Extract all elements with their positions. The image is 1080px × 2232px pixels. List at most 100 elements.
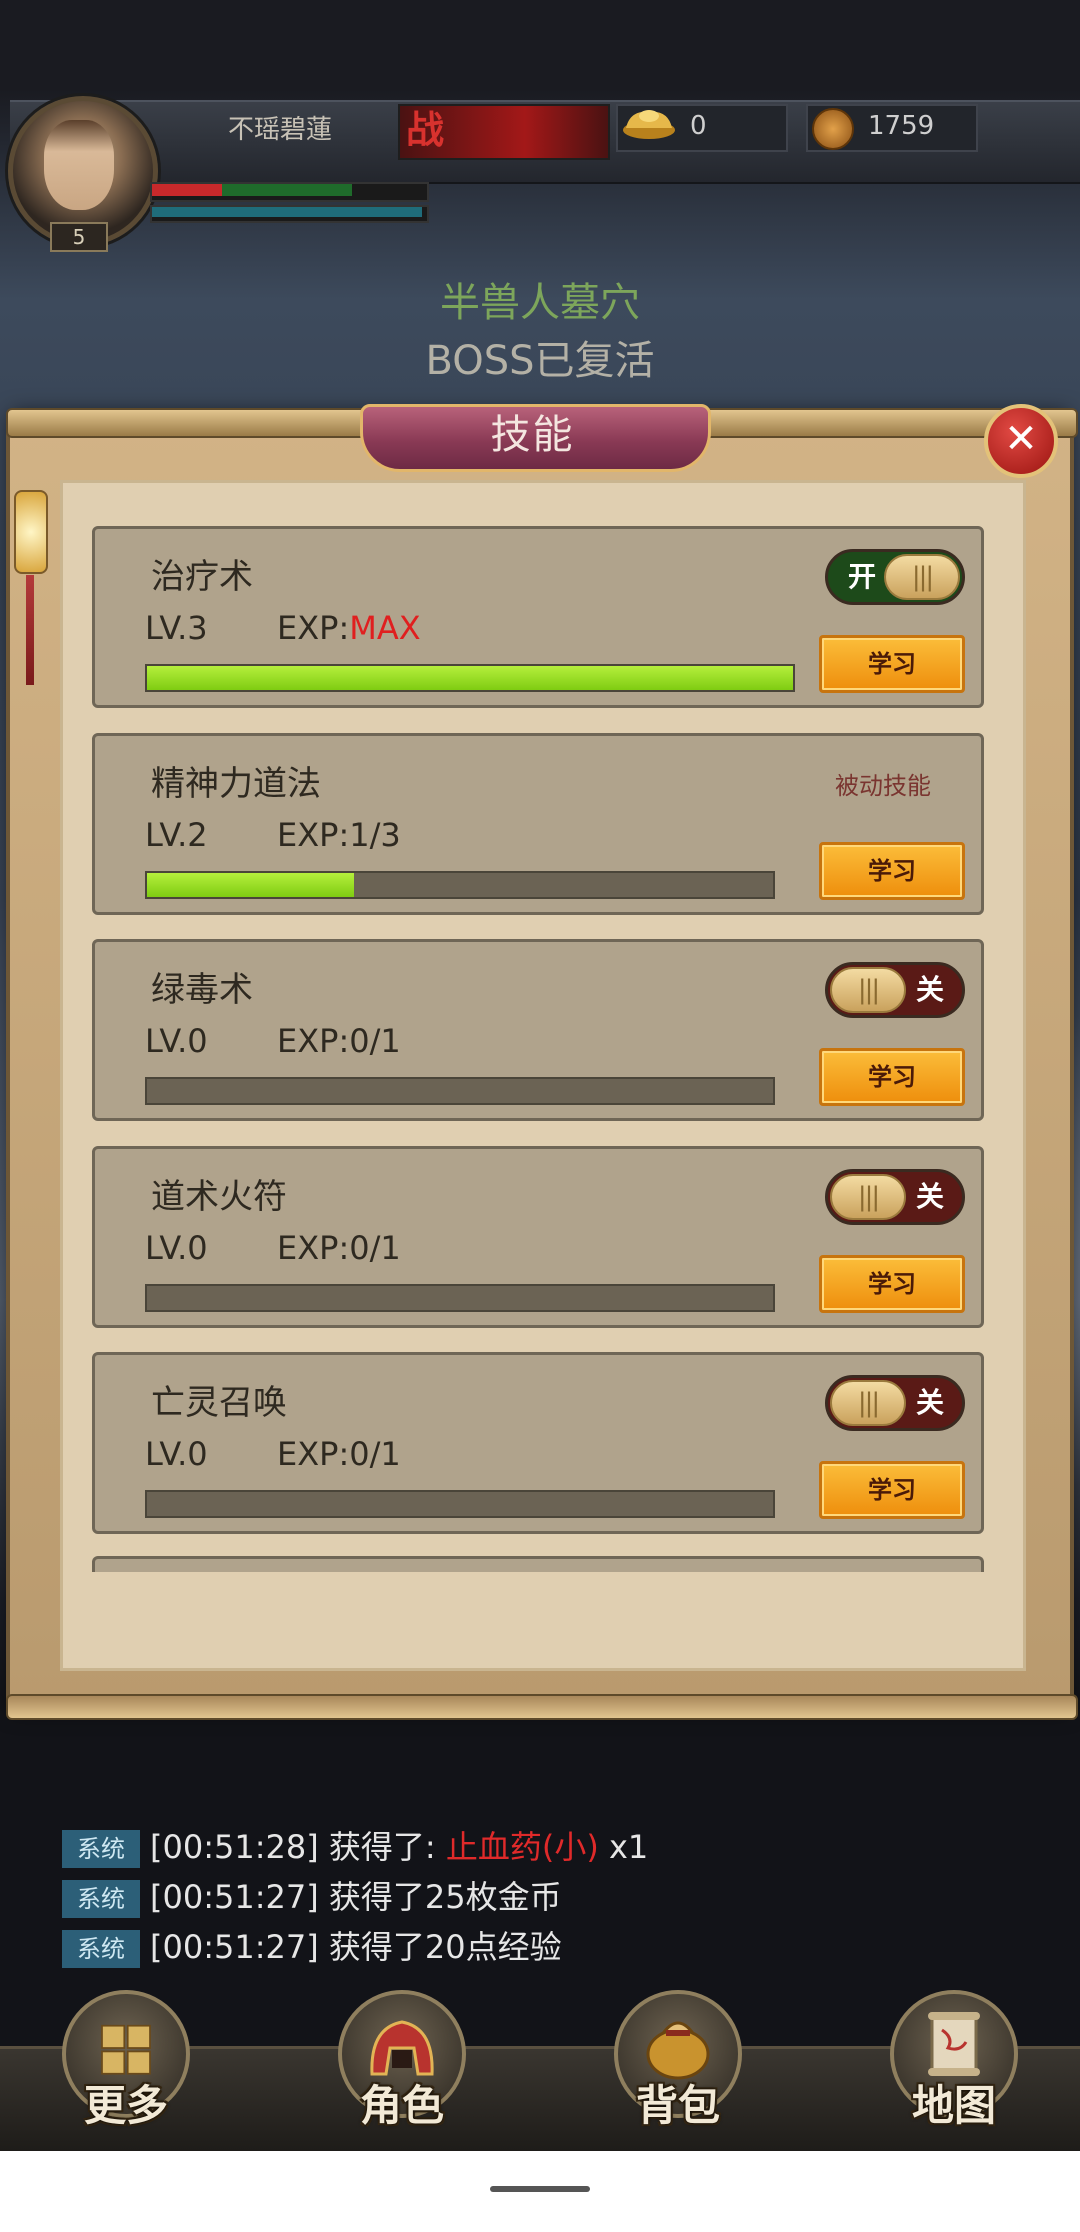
- skill-card[interactable]: 精神力道法 LV.2 EXP:1/3 被动技能 学习: [92, 733, 984, 915]
- chat-text: 获得了20点经验: [328, 1928, 562, 1966]
- map-name: 半兽人墓穴: [440, 280, 640, 326]
- skill-exp: EXP:0/1: [277, 1435, 401, 1473]
- skill-exp: EXP:MAX: [277, 609, 421, 647]
- boss-status: BOSS已复活: [425, 338, 655, 384]
- avatar-portrait: [44, 120, 114, 210]
- skill-exp-prefix: EXP:: [277, 1022, 350, 1060]
- toggle-state-label: 开: [847, 560, 876, 593]
- close-button[interactable]: ✕: [984, 404, 1058, 478]
- skill-card[interactable]: 治疗术 LV.3 EXP:MAX 开 ||| 学习: [92, 526, 984, 708]
- toggle-state-label: 关: [915, 1180, 944, 1213]
- skill-level: LV.0: [145, 1022, 208, 1060]
- chat-line: 系统 [00:51:27] 获得了20点经验: [62, 1925, 562, 1969]
- coin-value: 1759: [868, 111, 935, 141]
- skill-exp: EXP:0/1: [277, 1229, 401, 1267]
- skill-exp-value: 0/1: [349, 1229, 401, 1267]
- skill-name: 治疗术: [151, 557, 253, 597]
- toggle-knob: |||: [830, 967, 906, 1013]
- skill-auto-toggle[interactable]: 开 |||: [825, 549, 965, 605]
- skill-exp-bar-fill: [147, 873, 354, 897]
- chat-line: 系统 [00:51:27] 获得了25枚金币: [62, 1875, 562, 1919]
- skill-exp: EXP:0/1: [277, 1022, 401, 1060]
- skill-name: 道术火符: [151, 1177, 287, 1217]
- copper-coin-icon: [812, 108, 854, 150]
- chat-text: 获得了:: [328, 1828, 436, 1866]
- skill-exp-prefix: EXP:: [277, 816, 350, 854]
- bag-icon: [646, 2021, 710, 2080]
- skill-auto-toggle[interactable]: ||| 关: [825, 1375, 965, 1431]
- close-icon: ✕: [1004, 416, 1038, 462]
- chat-time: [00:51:28]: [150, 1828, 319, 1866]
- skill-exp-value: 0/1: [349, 1022, 401, 1060]
- skill-name: 绿毒术: [151, 970, 253, 1010]
- toggle-knob: |||: [884, 554, 960, 600]
- nav-label: 更多: [83, 2081, 168, 2130]
- skill-exp-prefix: EXP:: [277, 1435, 350, 1473]
- skill-exp-bar: [145, 1284, 775, 1312]
- toggle-knob: |||: [830, 1174, 906, 1220]
- map-scroll-icon: [928, 2012, 980, 2076]
- skill-exp-bar: [145, 871, 775, 899]
- skill-exp-value: MAX: [349, 609, 421, 647]
- skill-exp-value: 0/1: [349, 1435, 401, 1473]
- nav-label: 地图: [911, 2081, 996, 2130]
- nav-label: 角色: [359, 2081, 444, 2130]
- nav-bag-button[interactable]: 背包: [610, 1990, 746, 2140]
- learn-button[interactable]: 学习: [819, 1255, 965, 1313]
- learn-button[interactable]: 学习: [819, 1461, 965, 1519]
- player-name: 不瑶碧蓮: [227, 115, 332, 145]
- skill-level: LV.0: [145, 1435, 208, 1473]
- passive-skill-label: 被动技能: [835, 772, 931, 800]
- panel-bottom-rail: [6, 1694, 1078, 1720]
- hp-bar-fill: [152, 184, 222, 196]
- ingot-value: 0: [690, 111, 707, 141]
- chat-time: [00:51:27]: [150, 1928, 319, 1966]
- chat-channel-tag: 系统: [62, 1880, 140, 1918]
- gold-ingot-icon: [623, 110, 675, 139]
- skill-level: LV.0: [145, 1229, 208, 1267]
- skill-name: 亡灵召唤: [151, 1383, 287, 1423]
- panel-title: 技能: [490, 412, 575, 458]
- helmet-icon: [370, 2020, 434, 2076]
- skill-card[interactable]: 道术火符 LV.0 EXP:0/1 ||| 关 学习: [92, 1146, 984, 1328]
- toggle-state-label: 关: [915, 973, 944, 1006]
- skill-exp-bar-fill: [147, 666, 793, 690]
- learn-button[interactable]: 学习: [819, 842, 965, 900]
- skill-level: LV.2: [145, 816, 208, 854]
- chat-channel-tag: 系统: [62, 1930, 140, 1968]
- skill-exp-prefix: EXP:: [277, 609, 350, 647]
- skill-exp-value: 1/3: [349, 816, 401, 854]
- nav-label: 背包: [635, 2081, 720, 2130]
- skill-exp: EXP:1/3: [277, 816, 401, 854]
- skill-auto-toggle[interactable]: ||| 关: [825, 1169, 965, 1225]
- skill-level: LV.3: [145, 609, 208, 647]
- nav-map-button[interactable]: 地图: [886, 1990, 1022, 2140]
- nav-more-button[interactable]: 更多: [58, 1990, 194, 2140]
- skill-name: 精神力道法: [151, 764, 321, 804]
- nav-character-button[interactable]: 角色: [334, 1990, 470, 2140]
- player-level-badge: 5: [50, 222, 108, 252]
- skill-exp-bar: [145, 1490, 775, 1518]
- learn-button[interactable]: 学习: [819, 635, 965, 693]
- skill-card[interactable]: 亡灵召唤 LV.0 EXP:0/1 ||| 关 学习: [92, 1352, 984, 1534]
- chat-suffix: x1: [608, 1828, 649, 1866]
- lantern-icon: [14, 490, 48, 574]
- chat-time: [00:51:27]: [150, 1878, 319, 1916]
- skill-exp-bar: [145, 664, 795, 692]
- chat-text: 获得了25枚金币: [328, 1878, 562, 1916]
- toggle-state-label: 关: [915, 1386, 944, 1419]
- chat-item-link[interactable]: 止血药(小): [446, 1828, 599, 1866]
- battle-icon: 战: [405, 108, 444, 152]
- toggle-knob: |||: [830, 1380, 906, 1426]
- lantern-tassel: [26, 575, 34, 685]
- skill-card[interactable]: 绿毒术 LV.0 EXP:0/1 ||| 关 学习: [92, 939, 984, 1121]
- chat-channel-tag: 系统: [62, 1830, 140, 1868]
- hp-bar-secondary-fill: [222, 184, 352, 196]
- chat-line: 系统 [00:51:28] 获得了: 止血药(小) x1: [62, 1825, 648, 1869]
- mp-bar-fill: [152, 207, 422, 217]
- skill-auto-toggle[interactable]: ||| 关: [825, 962, 965, 1018]
- grid-icon: [101, 2024, 151, 2075]
- learn-button[interactable]: 学习: [819, 1048, 965, 1106]
- home-indicator[interactable]: [490, 2186, 590, 2192]
- skill-exp-prefix: EXP:: [277, 1229, 350, 1267]
